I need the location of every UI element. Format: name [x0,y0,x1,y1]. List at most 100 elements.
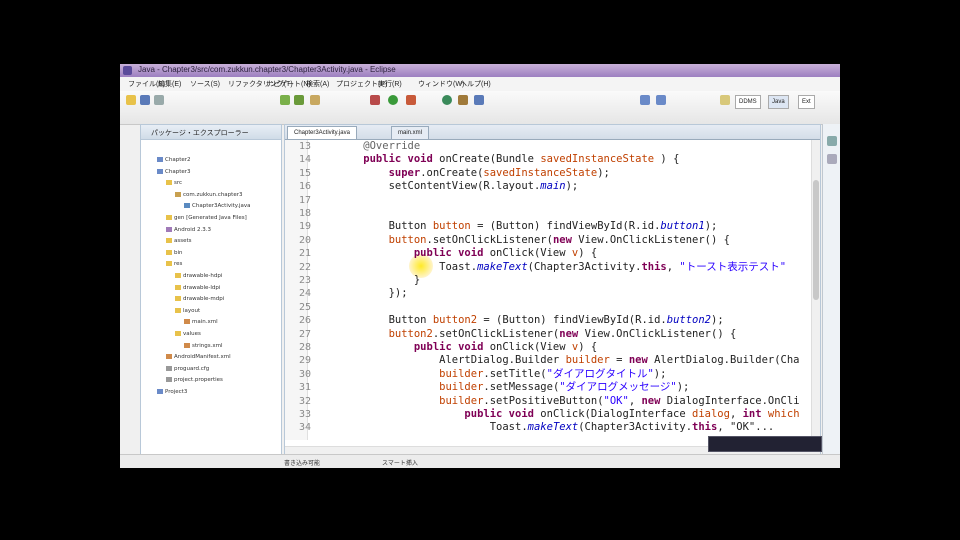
code-line: 13 @Override [285,140,810,153]
folder-icon [175,331,181,336]
forward-icon[interactable] [656,95,666,105]
avd-manager-icon[interactable] [294,95,304,105]
tab-main-xml[interactable]: main.xml [391,126,430,139]
desktop-screen: Java - Chapter3/src/com.zukkun.chapter3/… [120,64,840,468]
vertical-scroll-thumb[interactable] [813,180,819,300]
tree-item-label: com.zukkun.chapter3 [183,191,243,198]
package-explorer-tab[interactable]: パッケージ・エクスプローラー [141,125,281,140]
vertical-scrollbar[interactable] [811,140,820,440]
back-icon[interactable] [640,95,650,105]
tree-item-label: drawable-mdpi [183,296,225,303]
tree-item[interactable]: drawable-mdpi [175,294,224,305]
external-tools-icon[interactable] [406,95,416,105]
tree-item[interactable]: res [166,259,182,270]
tree-item[interactable]: Chapter3 [157,167,191,178]
window-title-bar[interactable]: Java - Chapter3/src/com.zukkun.chapter3/… [120,64,840,77]
code-line: 23 } [285,274,810,287]
tree-item[interactable]: Project3 [157,387,187,398]
new-icon[interactable] [126,95,136,105]
line-number: 30 [298,368,311,380]
folder-icon [166,249,172,255]
code-text: builder.setTitle("ダイアログタイトル"); [338,368,666,381]
code-text: builder.setMessage("ダイアログメッセージ"); [338,381,689,394]
package-explorer-title: パッケージ・エクスプローラー [151,129,249,137]
code-token: = (Button) findViewById(R.id. [477,314,667,327]
code-line: 24 }); [285,287,810,300]
code-token: View.OnClickListener() { [584,327,737,340]
code-area[interactable]: 13 @Override 14 public void onCreate(Bund… [285,140,820,440]
run-icon[interactable] [388,95,398,105]
folder-icon [175,273,181,278]
tree-item[interactable]: proguard.cfg [166,364,209,375]
tab-chapter3activity-java[interactable]: Chapter3Activity.java [287,126,357,139]
tree-item[interactable]: drawable-hdpi [175,271,222,282]
android-sdk-icon[interactable] [280,95,290,105]
tree-item[interactable]: assets [166,236,192,247]
code-line: 30 builder.setTitle("ダイアログタイトル"); [285,368,810,381]
tree-item[interactable]: Chapter3Activity.java [184,201,251,212]
tree-item-label: Chapter3 [165,168,191,175]
code-token: .setMessage( [483,381,560,394]
code-token: public void [338,341,490,353]
tree-item[interactable]: gen [Generated Java Files] [166,213,247,224]
tree-item[interactable]: values [175,329,201,340]
line-number: 32 [298,395,311,407]
new-project-icon[interactable] [310,95,320,105]
search-icon[interactable] [474,95,484,105]
code-token: button1 [660,220,705,233]
tree-item[interactable]: main.xml [184,317,218,328]
tree-item[interactable]: Android 2.3.3 [166,225,211,236]
code-token: (Chapter3Activity. [578,421,693,434]
tree-item-label: values [183,331,201,337]
line-number: 25 [298,301,311,313]
menu-item-8[interactable]: ウィンドウ(W) [418,79,464,89]
task-list-icon[interactable] [827,154,837,164]
menu-item-1[interactable]: 編集(E) [158,79,181,89]
code-token: button [338,233,427,246]
code-token: ); [653,367,667,380]
debug-icon[interactable] [370,95,380,105]
tree-item[interactable]: strings.xml [184,341,223,352]
code-line: 31 builder.setMessage("ダイアログメッセージ"); [285,381,810,394]
menu-item-7[interactable]: 実行(R) [378,79,402,89]
code-token: public void [338,408,541,420]
tree-item[interactable]: AndroidManifest.xml [166,352,231,363]
tree-item[interactable]: drawable-ldpi [175,283,220,294]
new-class-icon[interactable] [442,95,452,105]
code-line: 32 builder.setPositiveButton("OK", new D… [285,395,810,408]
code-text: public void onClick(View v) { [338,341,597,354]
menu-item-4[interactable]: ナビゲート(N) [266,79,311,89]
perspective-java[interactable]: Java [768,95,789,109]
code-line: 34 Toast.makeText(Chapter3Activity.this,… [285,421,810,434]
perspective-ext[interactable]: Ext [798,95,815,109]
folder-icon [175,284,181,290]
line-number: 31 [298,382,311,394]
outline-icon[interactable] [827,136,837,146]
code-line: 29 AlertDialog.Builder builder = new Ale… [285,354,810,367]
tree-item[interactable]: project.properties [166,375,223,386]
tree-item-label: res [174,261,183,268]
package-explorer: パッケージ・エクスプローラー Chapter2 Chapter3 src com.zu… [140,124,282,456]
tree-item[interactable]: src [166,178,182,189]
menu-item-9[interactable]: ヘルプ(H) [460,79,491,89]
code-line: 15 super.onCreate(savedInstanceState); [285,167,810,180]
code-token: builder [565,354,610,367]
tree-item[interactable]: layout [175,306,200,317]
perspective-ddms[interactable]: DDMS [735,95,761,109]
print-icon[interactable] [154,95,164,105]
code-line: 19 Button button = (Button) findViewById… [285,220,810,233]
open-type-icon[interactable] [458,95,468,105]
tree-item[interactable]: com.zukkun.chapter3 [175,190,242,201]
code-token: ); [597,166,610,179]
package-icon [175,191,181,197]
menu-item-2[interactable]: ソース(S) [190,79,220,89]
menu-item-5[interactable]: 検索(A) [306,79,329,89]
open-perspective-icon[interactable] [720,95,730,105]
code-text: public void onCreate(Bundle savedInstanc… [338,153,679,166]
tree-item[interactable]: bin [166,248,183,259]
code-token: new [552,233,579,246]
video-player-overlay[interactable] [708,436,822,452]
save-icon[interactable] [140,95,150,105]
code-text: public void onClick(DialogInterface dial… [338,408,799,421]
tree-item[interactable]: Chapter2 [157,155,191,166]
